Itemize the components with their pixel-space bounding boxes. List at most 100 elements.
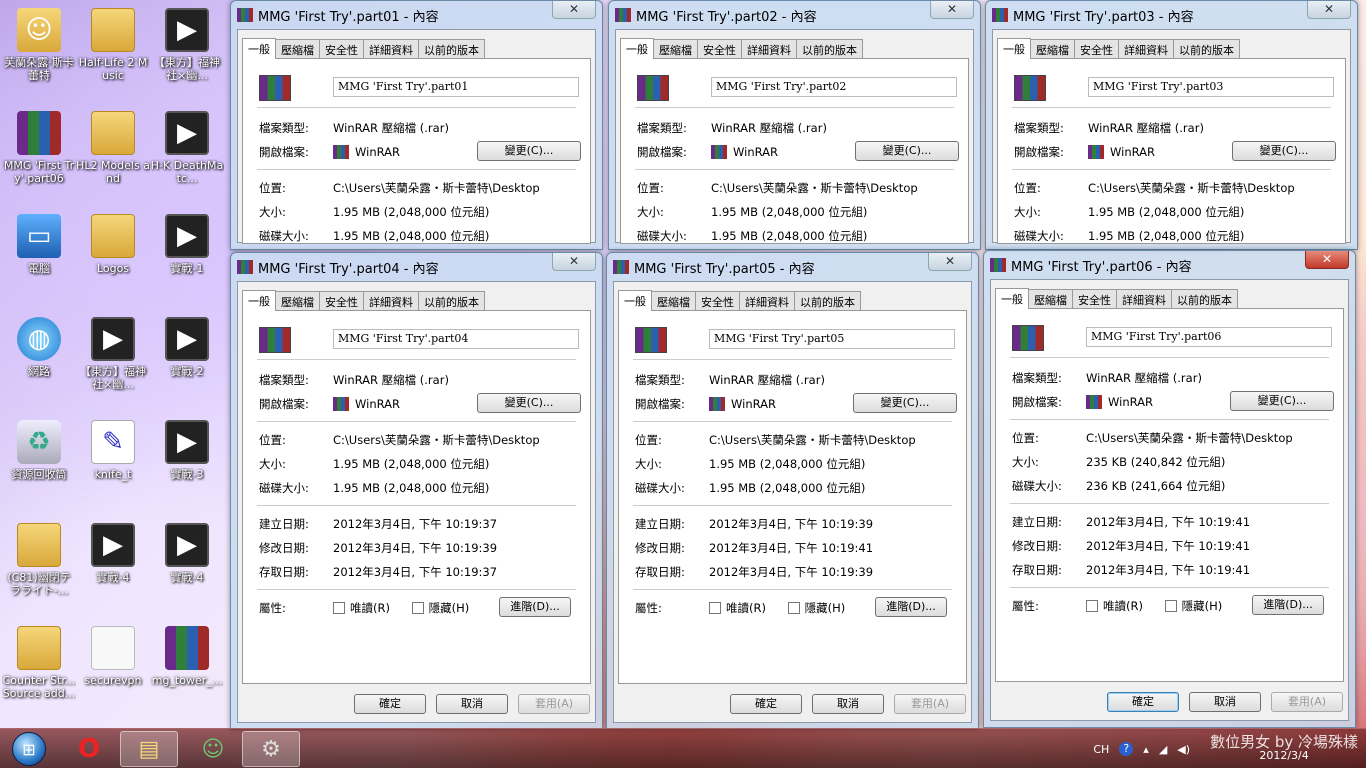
desktop-icon[interactable]: ▶ 【東方】福神社×幽...	[76, 313, 150, 409]
file-name-field[interactable]: MMG 'First Try'.part02	[711, 77, 957, 97]
tab-0[interactable]: 一般	[997, 38, 1031, 59]
readonly-checkbox[interactable]: 唯讀(R)	[1086, 598, 1143, 614]
tab-2[interactable]: 安全性	[1072, 289, 1117, 308]
change-button[interactable]: 變更(C)...	[1232, 141, 1336, 161]
file-name-field[interactable]: MMG 'First Try'.part03	[1088, 77, 1334, 97]
taskbar-explorer[interactable]: ▤	[120, 731, 178, 767]
desktop-icon[interactable]: HL2 Models and	[76, 107, 150, 203]
network-icon[interactable]: ◢	[1159, 743, 1167, 756]
tab-0[interactable]: 一般	[995, 288, 1029, 309]
desktop-icon[interactable]: ♻ 資源回收筒	[2, 416, 76, 512]
desktop-icon[interactable]: (C81)幽閉テラライト-...	[2, 519, 76, 615]
tab-4[interactable]: 以前的版本	[418, 291, 485, 310]
readonly-checkbox[interactable]: 唯讀(R)	[709, 600, 766, 616]
desktop-icon[interactable]: ▶ 實戰-3	[150, 416, 224, 512]
advanced-button[interactable]: 進階(D)...	[875, 597, 947, 617]
window-titlebar[interactable]: MMG 'First Try'.part06 - 內容	[984, 251, 1355, 279]
desktop-icon[interactable]: Counter Str... Source add...	[2, 622, 76, 718]
change-button[interactable]: 變更(C)...	[853, 393, 957, 413]
close-button[interactable]: ✕	[552, 253, 596, 271]
change-button[interactable]: 變更(C)...	[477, 393, 581, 413]
hidden-checkbox[interactable]: 隱藏(H)	[787, 600, 845, 616]
help-icon[interactable]: ?	[1119, 742, 1134, 756]
file-name-field[interactable]: MMG 'First Try'.part01	[333, 77, 579, 97]
tab-2[interactable]: 安全性	[695, 291, 740, 310]
desktop-icon[interactable]: ▶ 實戰-2	[150, 313, 224, 409]
ok-button[interactable]: 確定	[1107, 692, 1179, 712]
tab-4[interactable]: 以前的版本	[418, 39, 485, 58]
properties-window[interactable]: MMG 'First Try'.part06 - 內容 ✕ 一般 壓縮檔 安全性 詳細…	[983, 250, 1356, 728]
tab-1[interactable]: 壓縮檔	[275, 291, 320, 310]
tab-3[interactable]: 詳細資料	[363, 39, 419, 58]
window-titlebar[interactable]: MMG 'First Try'.part01 - 內容	[231, 1, 602, 29]
properties-window[interactable]: MMG 'First Try'.part01 - 內容 ✕ 一般 壓縮檔 安全性 詳細…	[230, 0, 603, 250]
tab-3[interactable]: 詳細資料	[739, 291, 795, 310]
ok-button[interactable]: 確定	[354, 694, 426, 714]
volume-icon[interactable]: ◀)	[1177, 743, 1190, 756]
tab-3[interactable]: 詳細資料	[363, 291, 419, 310]
cancel-button[interactable]: 取消	[1189, 692, 1261, 712]
close-button[interactable]: ✕	[552, 1, 596, 19]
taskbar-messenger[interactable]: ☺	[184, 731, 242, 767]
desktop-icon[interactable]: ▶ 【東方】福神社×幽...	[150, 4, 224, 100]
file-name-field[interactable]: MMG 'First Try'.part06	[1086, 327, 1332, 347]
window-titlebar[interactable]: MMG 'First Try'.part02 - 內容	[609, 1, 980, 29]
desktop-icon[interactable]: securevpn	[76, 622, 150, 718]
properties-window[interactable]: MMG 'First Try'.part03 - 內容 ✕ 一般 壓縮檔 安全性 詳細…	[985, 0, 1358, 250]
tab-3[interactable]: 詳細資料	[741, 39, 797, 58]
hidden-checkbox[interactable]: 隱藏(H)	[411, 600, 469, 616]
input-language[interactable]: CH	[1093, 743, 1109, 756]
tab-2[interactable]: 安全性	[319, 291, 364, 310]
tab-2[interactable]: 安全性	[319, 39, 364, 58]
tab-1[interactable]: 壓縮檔	[1030, 39, 1075, 58]
desktop-icon[interactable]: MMG 'First Try'.part06	[2, 107, 76, 203]
tab-2[interactable]: 安全性	[697, 39, 742, 58]
taskbar-opera[interactable]: O	[60, 731, 118, 767]
tab-1[interactable]: 壓縮檔	[651, 291, 696, 310]
tab-1[interactable]: 壓縮檔	[1028, 289, 1073, 308]
file-name-field[interactable]: MMG 'First Try'.part05	[709, 329, 955, 349]
change-button[interactable]: 變更(C)...	[855, 141, 959, 161]
desktop-icon[interactable]: ☺ 芙蘭朵露·斯卡蕾特	[2, 4, 76, 100]
readonly-checkbox[interactable]: 唯讀(R)	[333, 600, 390, 616]
close-button[interactable]: ✕	[1305, 251, 1349, 269]
file-name-field[interactable]: MMG 'First Try'.part04	[333, 329, 579, 349]
ok-button[interactable]: 確定	[730, 694, 802, 714]
tab-0[interactable]: 一般	[620, 38, 654, 59]
apply-button[interactable]: 套用(A)	[894, 694, 966, 714]
tab-0[interactable]: 一般	[618, 290, 652, 311]
tab-1[interactable]: 壓縮檔	[275, 39, 320, 58]
desktop-icon[interactable]: ▶ H-K DeathMatc...	[150, 107, 224, 203]
desktop-icon[interactable]: ▶ 實戰-4	[76, 519, 150, 615]
desktop-icon[interactable]: ◍ 網路	[2, 313, 76, 409]
tab-2[interactable]: 安全性	[1074, 39, 1119, 58]
start-button[interactable]: ⊞	[2, 730, 56, 768]
tab-4[interactable]: 以前的版本	[1173, 39, 1240, 58]
close-button[interactable]: ✕	[930, 1, 974, 19]
tab-4[interactable]: 以前的版本	[796, 39, 863, 58]
tab-1[interactable]: 壓縮檔	[653, 39, 698, 58]
clock[interactable]: 數位男女 by 冷場殊樣 2012/3/4	[1200, 735, 1358, 763]
hidden-checkbox[interactable]: 隱藏(H)	[1164, 598, 1222, 614]
properties-window[interactable]: MMG 'First Try'.part04 - 內容 ✕ 一般 壓縮檔 安全性 詳細…	[230, 252, 603, 730]
tab-0[interactable]: 一般	[242, 290, 276, 311]
desktop-icon[interactable]: mg_tower_...	[150, 622, 224, 718]
desktop-icon[interactable]: ✎ knife_t	[76, 416, 150, 512]
window-titlebar[interactable]: MMG 'First Try'.part03 - 內容	[986, 1, 1357, 29]
change-button[interactable]: 變更(C)...	[477, 141, 581, 161]
tab-3[interactable]: 詳細資料	[1118, 39, 1174, 58]
tab-4[interactable]: 以前的版本	[1171, 289, 1238, 308]
apply-button[interactable]: 套用(A)	[518, 694, 590, 714]
window-titlebar[interactable]: MMG 'First Try'.part04 - 內容	[231, 253, 602, 281]
advanced-button[interactable]: 進階(D)...	[1252, 595, 1324, 615]
properties-window[interactable]: MMG 'First Try'.part05 - 內容 ✕ 一般 壓縮檔 安全性 詳細…	[606, 252, 979, 730]
window-titlebar[interactable]: MMG 'First Try'.part05 - 內容	[607, 253, 978, 281]
tray-arrow-icon[interactable]: ▴	[1143, 743, 1149, 756]
desktop-icon[interactable]: ▶ 實戰-1	[150, 210, 224, 306]
cancel-button[interactable]: 取消	[436, 694, 508, 714]
tab-0[interactable]: 一般	[242, 38, 276, 59]
taskbar-steam[interactable]: ⚙	[242, 731, 300, 767]
close-button[interactable]: ✕	[1307, 1, 1351, 19]
properties-window[interactable]: MMG 'First Try'.part02 - 內容 ✕ 一般 壓縮檔 安全性 詳細…	[608, 0, 981, 250]
close-button[interactable]: ✕	[928, 253, 972, 271]
